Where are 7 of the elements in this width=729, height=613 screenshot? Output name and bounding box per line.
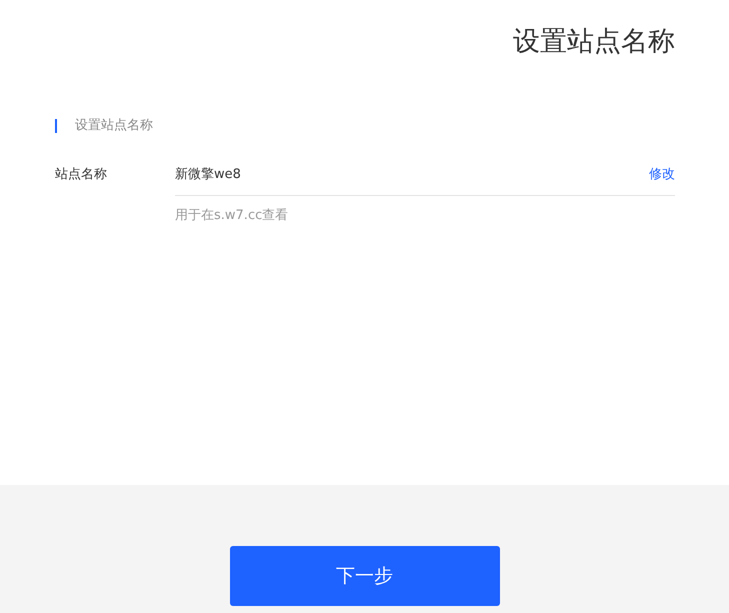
field-label: 站点名称	[55, 166, 108, 184]
section-title: 设置站点名称	[55, 119, 675, 134]
edit-link[interactable]: 修改	[649, 165, 675, 185]
next-button[interactable]: 下一步	[230, 546, 500, 606]
page-title: 设置站点名称	[512, 25, 675, 59]
field-value: 新微擎we8	[175, 166, 241, 184]
field-hint: 用于在s.w7.cc查看	[175, 206, 290, 225]
